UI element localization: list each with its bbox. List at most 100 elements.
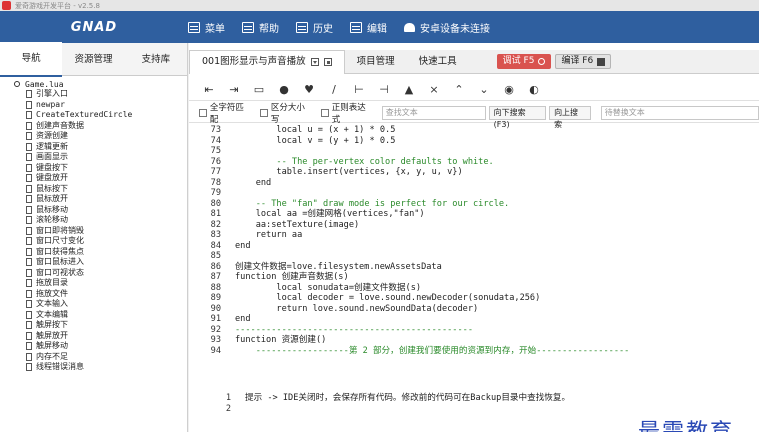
tree-item[interactable]: 逻辑更新 — [26, 142, 187, 153]
tree-item[interactable]: 创建声音数据 — [26, 121, 187, 132]
debug-button[interactable]: 调试 F5 — [496, 54, 552, 69]
fold-gutter — [235, 404, 245, 415]
compile-button[interactable]: 编译 F6 — [555, 54, 612, 69]
indent-left-icon[interactable]: ⇤ — [199, 81, 219, 99]
tree-item[interactable]: 文本编辑 — [26, 310, 187, 321]
fold-gutter — [225, 241, 235, 252]
search-bar: 全字符匹配 区分大小写 正则表达式 查找文本 向下搜索(F3) 向上搜索 待替换… — [189, 101, 759, 129]
tree-item[interactable]: CreateTexturedCircle — [26, 110, 187, 121]
file-icon — [26, 226, 32, 235]
tree-item[interactable]: 键盘放开 — [26, 173, 187, 184]
line-number: 2 — [225, 403, 231, 414]
line-number: 87 — [210, 272, 221, 282]
eye-icon[interactable]: ◉ — [499, 81, 519, 99]
tree-item[interactable]: 拖放文件 — [26, 289, 187, 300]
file-icon — [26, 195, 32, 204]
tree-item[interactable]: 触屏移动 — [26, 341, 187, 352]
tab-project-manager[interactable]: 项目管理 — [345, 50, 407, 74]
tree-item[interactable]: 鼠标按下 — [26, 184, 187, 195]
tab-quick-tools[interactable]: 快速工具 — [407, 50, 469, 74]
fold-gutter — [225, 157, 235, 168]
fold-gutter — [235, 393, 245, 404]
code-line: 85 — [189, 251, 759, 262]
menu-item-menu[interactable]: 菜单 — [188, 20, 225, 35]
brush-icon[interactable]: / — [324, 81, 344, 99]
bell-off-icon[interactable]: × — [424, 81, 444, 99]
indent-right-icon[interactable]: ⇥ — [224, 81, 244, 99]
search-up-button[interactable]: 向上搜索 — [549, 106, 591, 129]
stop-icon — [538, 58, 546, 65]
tree-item[interactable]: 线程错误消息 — [26, 362, 187, 373]
menu-item-history[interactable]: 历史 — [296, 20, 333, 35]
match-case-checkbox[interactable]: 区分大小写 — [259, 101, 313, 125]
replace-input[interactable]: 待替换文本 — [600, 106, 759, 120]
tab-current-file[interactable]: 001图形显示与声音播放 — [189, 49, 345, 74]
tab-resource-manager[interactable]: 资源管理 — [62, 43, 124, 76]
tree-item[interactable]: 内存不足 — [26, 352, 187, 363]
tree-item[interactable]: 触屏放开 — [26, 331, 187, 342]
line-number: 94 — [210, 345, 221, 356]
code-line: 77 table.insert(vertices, {x, y, u, v}) — [189, 167, 759, 178]
search-input[interactable]: 查找文本 — [381, 106, 486, 120]
tree-item[interactable]: 鼠标放开 — [26, 194, 187, 205]
tree-item[interactable]: 资源创建 — [26, 131, 187, 142]
regex-checkbox[interactable]: 正则表达式 — [320, 101, 374, 125]
code-text: 创建文件数据=love.filesystem.newAssetsData — [235, 261, 442, 272]
tree-item[interactable]: 键盘按下 — [26, 163, 187, 174]
tab-navigation[interactable]: 导航 — [0, 41, 63, 77]
file-icon — [26, 132, 32, 141]
chevron-down-icon[interactable]: ⌄ — [474, 81, 494, 99]
marker-icon[interactable]: ● — [274, 81, 294, 99]
line-number: 83 — [210, 230, 221, 240]
tree-item[interactable]: 引擎入口 — [26, 89, 187, 100]
line-number: 80 — [210, 198, 221, 209]
tree-item[interactable]: 窗口获得焦点 — [26, 247, 187, 258]
tree-item[interactable]: 窗口即将销毁 — [26, 226, 187, 237]
tree-item[interactable]: 窗口尺寸变化 — [26, 236, 187, 247]
line-number: 77 — [210, 167, 221, 177]
tree-item[interactable]: 触屏按下 — [26, 320, 187, 331]
tab-close-icon[interactable] — [323, 58, 332, 66]
menu-item-edit[interactable]: 编辑 — [350, 20, 387, 35]
tree-root[interactable]: Game.lua — [14, 79, 187, 89]
code-line: 89 local decoder = love.sound.newDecoder… — [189, 293, 759, 304]
editor-area: 001图形显示与声音播放 项目管理 快速工具 调试 F5 编译 F6 ⇤ ⇥ ▭… — [189, 43, 759, 432]
tree-item[interactable]: newpar — [26, 100, 187, 111]
line-number: 79 — [210, 188, 221, 198]
whole-word-checkbox[interactable]: 全字符匹配 — [199, 101, 252, 125]
file-icon — [26, 184, 32, 193]
code-line: 88 local sonudata=创建文件数据(s) — [189, 283, 759, 294]
file-icon — [26, 100, 32, 109]
code-editor[interactable]: 73 local u = (x + 1) * 0.5 74 local v = (… — [189, 125, 759, 393]
fold-gutter — [225, 262, 235, 273]
device-status-button[interactable]: 安卓设备未连接 — [404, 20, 490, 35]
tree-item[interactable]: 窗口可视状态 — [26, 268, 187, 279]
tree-item[interactable]: 画面显示 — [26, 152, 187, 163]
file-icon — [26, 331, 32, 340]
window-title: 爱奇游戏开发平台 - v2.5.8 — [15, 1, 100, 10]
align-left-icon[interactable]: ⊢ — [349, 81, 369, 99]
folder-icon[interactable]: ▭ — [249, 81, 269, 99]
view-icon[interactable]: ◐ — [524, 81, 544, 99]
heart-icon[interactable]: ♥ — [299, 81, 319, 99]
tree-item[interactable]: 文本输入 — [26, 299, 187, 310]
line-number: 93 — [210, 335, 221, 345]
fold-gutter — [225, 167, 235, 178]
menu-item-help[interactable]: 帮助 — [242, 20, 279, 35]
file-icon — [26, 163, 32, 172]
file-icon — [26, 142, 32, 151]
line-number: 74 — [210, 135, 221, 146]
tab-support-library[interactable]: 支持库 — [125, 43, 187, 76]
fold-gutter — [225, 178, 235, 189]
tab-dropdown-icon[interactable] — [310, 58, 319, 66]
align-right-icon[interactable]: ⊣ — [374, 81, 394, 99]
tree-item[interactable]: 窗口鼠标进入 — [26, 257, 187, 268]
history-icon — [296, 21, 308, 33]
file-icon — [26, 237, 32, 246]
tree-item[interactable]: 滚轮移动 — [26, 215, 187, 226]
tree-item[interactable]: 鼠标移动 — [26, 205, 187, 216]
search-down-button[interactable]: 向下搜索(F3) — [488, 106, 547, 129]
tree-item[interactable]: 拖放目录 — [26, 278, 187, 289]
bell-icon[interactable]: ▲ — [399, 81, 419, 99]
chevron-up-icon[interactable]: ⌃ — [449, 81, 469, 99]
